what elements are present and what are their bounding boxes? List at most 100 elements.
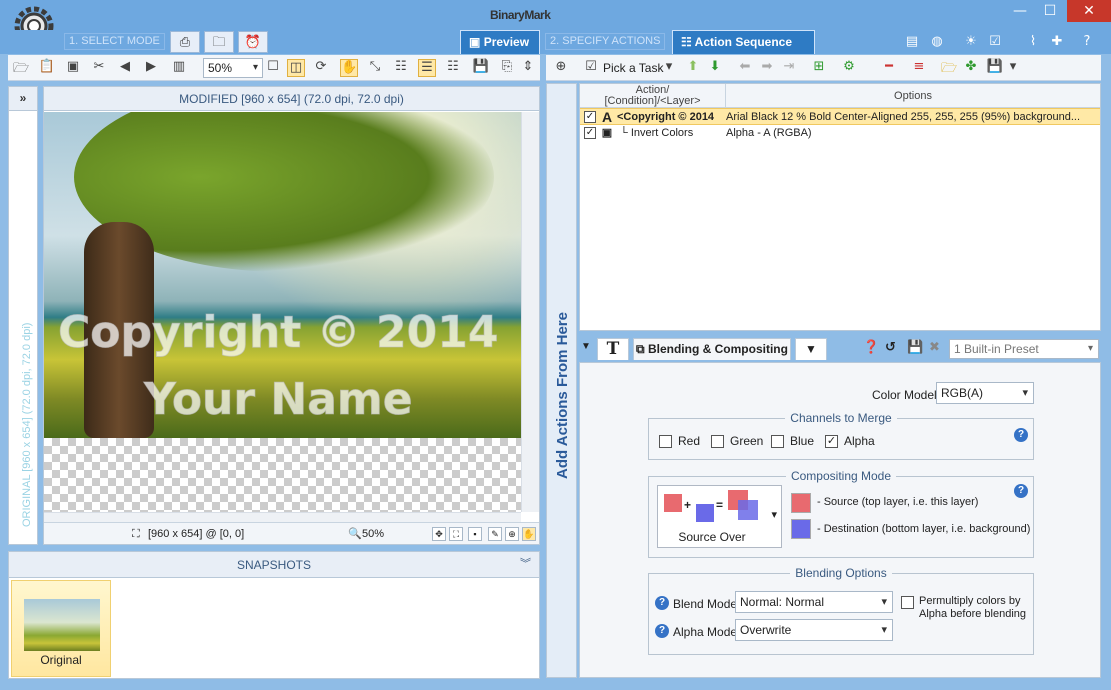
lightbulb-icon[interactable]: ☀ — [962, 33, 980, 51]
save-icon[interactable]: 💾 — [472, 59, 490, 77]
toolbar-scroll-icon[interactable]: ⇕ — [522, 59, 534, 77]
move-last-icon[interactable]: ⇥ — [780, 59, 798, 77]
channels-help-icon[interactable]: ? — [1014, 428, 1028, 442]
close-button[interactable]: ✕ — [1067, 0, 1111, 22]
move-left-icon[interactable]: ⬅ — [736, 59, 754, 77]
eyedropper-icon[interactable]: ✎ — [488, 527, 502, 541]
tab-filter[interactable]: ▼ — [795, 338, 827, 360]
blend-mode-select[interactable]: Normal: Normal — [735, 591, 893, 613]
col-action-header[interactable]: Action/ [Condition]/<Layer> — [580, 84, 726, 108]
minimize-button[interactable]: — — [1005, 0, 1035, 22]
plugins-icon[interactable]: ✤ — [962, 59, 980, 77]
split-view-icon[interactable]: ◫ — [287, 59, 305, 77]
remove-all-icon[interactable]: ≡ — [910, 59, 928, 77]
open-folder-icon[interactable]: 🗁 — [12, 59, 30, 77]
alpha-label: Alpha — [844, 434, 875, 448]
wifi-icon[interactable]: ⌇ — [1024, 33, 1042, 51]
add-actions-panel[interactable]: Add Actions From Here — [546, 83, 577, 678]
mode-schedule-icon[interactable]: ⏰ — [238, 31, 268, 53]
vertical-scrollbar[interactable] — [521, 112, 539, 512]
remove-icon[interactable]: ━ — [880, 59, 898, 77]
tab-preview[interactable]: ▣ Preview — [460, 30, 540, 54]
list-view-icon[interactable]: ☷ — [444, 59, 462, 77]
save-sequence-icon[interactable]: 💾 — [986, 59, 1004, 77]
pick-task-dropdown-icon[interactable]: ▾ — [660, 59, 678, 77]
collapse-icon[interactable]: ︾ — [520, 552, 531, 576]
tab-blending[interactable]: ⧉ Blending & Compositing — [633, 338, 791, 360]
preset-select[interactable]: 1 Built-in Preset — [949, 339, 1099, 359]
collapse-props-icon[interactable]: ▼ — [581, 341, 591, 352]
hand-tool-icon[interactable]: ✋ — [340, 59, 358, 77]
action-row[interactable]: ✓ A <Copyright © 2014 Arial Black 12 % B… — [580, 108, 1100, 125]
histogram-icon[interactable]: ▥ — [170, 59, 188, 77]
refresh-icon[interactable]: ⟳ — [312, 59, 330, 77]
snapshot-label: Original — [40, 653, 82, 667]
save-preset-icon[interactable]: 💾 — [907, 340, 923, 355]
list-icon: ☷ — [681, 35, 692, 49]
save-dropdown-icon[interactable]: ▾ — [1004, 59, 1022, 77]
alpha-checkbox[interactable]: ✓ — [825, 435, 838, 448]
row-checkbox[interactable]: ✓ — [584, 111, 596, 123]
maximize-button[interactable]: ☐ — [1035, 0, 1065, 22]
compositing-title: Compositing Mode — [649, 469, 1033, 483]
active-list-icon[interactable]: ☰ — [418, 59, 436, 77]
blend-mode-help-icon[interactable]: ? — [655, 596, 669, 610]
move-down-icon[interactable]: ⬇ — [706, 59, 724, 77]
help-icon[interactable]: ❓ — [863, 340, 879, 355]
move-up-icon[interactable]: ⬆ — [684, 59, 702, 77]
color-model-select[interactable]: RGB(A) — [936, 382, 1034, 404]
tools-icon[interactable]: ✂ — [90, 59, 108, 77]
checklist-icon[interactable]: ☑ — [986, 33, 1004, 51]
zoom-tool-icon[interactable]: ⊕ — [505, 527, 519, 541]
move-tool-icon[interactable]: ✥ — [432, 527, 446, 541]
row-checkbox[interactable]: ✓ — [584, 127, 596, 139]
crop-icon[interactable]: ⤡ — [366, 59, 384, 77]
help-icon[interactable]: ? — [1078, 33, 1096, 51]
premultiply-checkbox[interactable] — [901, 596, 914, 609]
pick-task-icon[interactable]: ☑ — [582, 59, 600, 77]
picture-icon[interactable]: ▣ — [64, 59, 82, 77]
channels-title: Channels to Merge — [649, 411, 1033, 425]
add-action-icon[interactable]: ⊕ — [552, 59, 570, 77]
compositing-mode-select[interactable]: + = ▾ Source Over — [657, 485, 782, 548]
modified-preview-panel: MODIFIED [960 x 654] (72.0 dpi, 72.0 dpi… — [43, 86, 540, 545]
tab-action-sequence[interactable]: ☷ Action Sequence (2) — [672, 30, 815, 71]
compositing-help-icon[interactable]: ? — [1014, 484, 1028, 498]
hand-status-icon[interactable]: ✋ — [522, 527, 536, 541]
action-row[interactable]: ✓ ▣ └ Invert Colors Alpha - A (RGBA) — [580, 125, 1100, 142]
mode-batch-icon[interactable]: 🗀 — [204, 31, 234, 53]
preview-canvas[interactable]: Copyright © 2014 Your Name — [44, 112, 521, 512]
single-view-icon[interactable]: ☐ — [264, 59, 282, 77]
back-icon[interactable]: ◀ — [116, 59, 134, 77]
shield-icon[interactable]: ◍ — [928, 33, 946, 51]
export-icon[interactable]: ⎘ — [498, 59, 516, 77]
forward-icon[interactable]: ▶ — [142, 59, 160, 77]
blue-checkbox[interactable] — [771, 435, 784, 448]
plus-icon[interactable]: ✚ — [1048, 33, 1066, 51]
expand-original-button[interactable]: » — [9, 87, 37, 111]
clipboard-icon[interactable]: 📋 — [38, 59, 56, 77]
tree-list-icon[interactable]: ☷ — [392, 59, 410, 77]
insert-action-icon[interactable]: ⊞ — [810, 59, 828, 77]
move-right-icon[interactable]: ➡ — [758, 59, 776, 77]
load-sequence-icon[interactable]: 🗁 — [940, 59, 958, 77]
mode-single-icon[interactable]: ⎙ — [170, 31, 200, 53]
col-options-header[interactable]: Options — [726, 84, 1100, 108]
reset-icon[interactable]: ↺ — [885, 340, 896, 355]
console-icon[interactable]: ▤ — [903, 33, 921, 51]
insert-group-icon[interactable]: ⚙ — [840, 59, 858, 77]
fit-tool-icon[interactable]: ⛶ — [449, 527, 463, 541]
snapshot-item[interactable]: Original — [11, 580, 111, 677]
alpha-mode-help-icon[interactable]: ? — [655, 624, 669, 638]
alpha-mode-select[interactable]: Overwrite — [735, 619, 893, 641]
watermark-copyright: Copyright © 2014 — [57, 307, 499, 359]
red-label: Red — [678, 434, 701, 448]
zoom-select[interactable]: 50% — [203, 58, 263, 78]
pick-task-button[interactable]: Pick a Task — [603, 59, 663, 77]
green-checkbox[interactable] — [711, 435, 724, 448]
actual-size-icon[interactable]: ▪ — [468, 527, 482, 541]
channels-group: Channels to Merge Red Green Blue ✓ Alpha… — [648, 411, 1034, 460]
red-checkbox[interactable] — [659, 435, 672, 448]
delete-preset-icon[interactable]: ✖ — [929, 340, 940, 355]
tab-text[interactable]: T — [597, 338, 629, 360]
